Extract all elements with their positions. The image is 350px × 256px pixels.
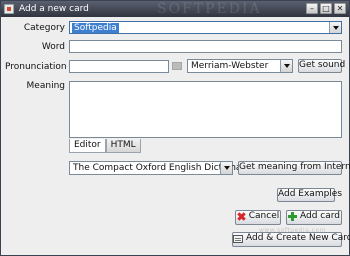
footer-watermark: www.softpedia.com <box>259 227 327 234</box>
word-input[interactable] <box>69 40 342 53</box>
get-meaning-button[interactable]: Get meaning from Internet <box>238 161 350 175</box>
window-controls: – □ ✕ <box>306 3 346 14</box>
word-label: Word <box>41 42 65 52</box>
close-button[interactable]: ✕ <box>334 3 346 14</box>
add-card-label: Add card <box>299 211 340 221</box>
get-sound-label: Get sound <box>299 60 346 70</box>
pronunciation-source-value: Merriam-Webster <box>191 61 269 71</box>
add-create-new-card-label: Add & Create New Card <box>246 233 350 243</box>
category-label: Category <box>23 23 65 33</box>
add-examples-label: Add Examples <box>278 189 343 199</box>
get-meaning-label: Get meaning from Internet <box>239 162 350 172</box>
watermark-text: SOFTPEDIA <box>157 1 262 17</box>
get-sound-button[interactable]: Get sound <box>298 59 346 73</box>
title-bar[interactable]: Add a new card SOFTPEDIA – □ ✕ <box>1 1 349 17</box>
window-title: Add a new card <box>19 4 89 14</box>
add-create-new-card-button[interactable]: Add & Create New Card <box>232 232 350 247</box>
speaker-icon[interactable] <box>172 62 182 70</box>
chevron-down-icon[interactable] <box>220 162 232 174</box>
pronunciation-source-select[interactable]: Merriam-Webster <box>187 59 293 73</box>
add-card-button[interactable]: Add card <box>286 210 342 225</box>
category-select[interactable]: Softpedia <box>69 21 342 34</box>
chevron-down-icon[interactable] <box>329 22 341 33</box>
cancel-label: Cancel <box>248 211 280 221</box>
add-examples-button[interactable]: Add Examples <box>277 188 342 202</box>
meaning-label: Meaning <box>26 81 65 91</box>
editor-tabs: Editor HTML <box>69 139 141 153</box>
minimize-button[interactable]: – <box>306 3 318 14</box>
cancel-button[interactable]: Cancel <box>235 210 281 225</box>
card-icon <box>233 234 243 243</box>
add-card-dialog: Add a new card SOFTPEDIA – □ ✕ Category … <box>0 0 350 256</box>
pronunciation-label: Pronunciation <box>5 62 67 72</box>
tab-html[interactable]: HTML <box>105 139 141 153</box>
maximize-button[interactable]: □ <box>320 3 332 14</box>
dictionary-select[interactable]: The Compact Oxford English Dictionary <box>69 161 250 175</box>
chevron-down-icon[interactable] <box>280 60 292 72</box>
meaning-editor[interactable] <box>69 81 342 138</box>
tab-editor[interactable]: Editor <box>69 139 106 153</box>
pronunciation-input[interactable] <box>69 60 169 73</box>
close-icon <box>237 212 246 221</box>
plus-icon <box>287 212 297 221</box>
app-icon <box>4 4 14 14</box>
category-selected-value: Softpedia <box>72 23 119 33</box>
